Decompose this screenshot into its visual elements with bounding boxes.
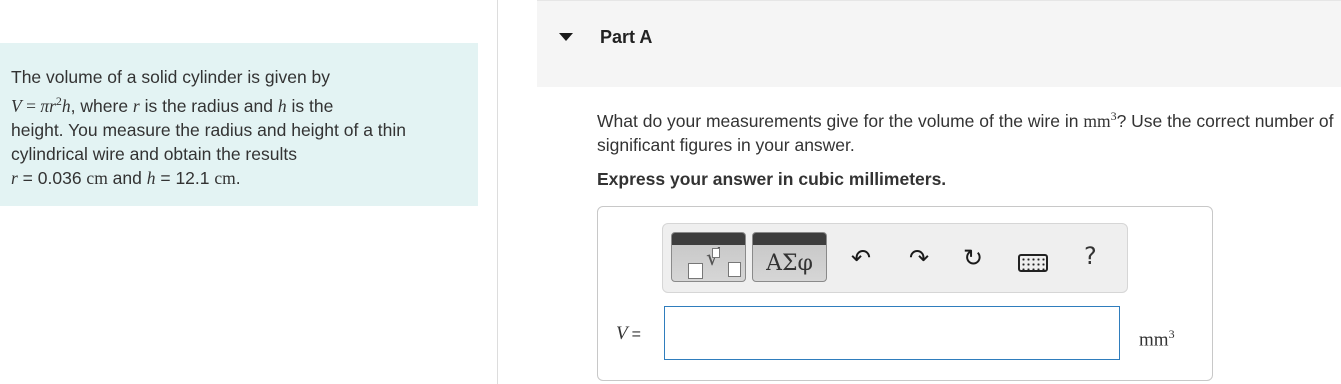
answer-variable-label: V = — [616, 323, 641, 345]
result-h-unit: cm — [214, 167, 236, 188]
formula-pi: π — [40, 95, 50, 116]
formula-radius: r — [49, 95, 56, 116]
statement-line-3: height. You measure the radius and heigh… — [11, 119, 407, 140]
result-r-unit: cm — [86, 167, 108, 188]
answer-unit-label: mm3 — [1139, 327, 1175, 351]
statement-line-1: The volume of a solid cylinder is given … — [11, 67, 331, 87]
keyboard-icon[interactable] — [1018, 254, 1048, 272]
question-before: What do your measurements give for the v… — [597, 110, 1084, 131]
answer-instruction: Express your answer in cubic millimeters… — [597, 169, 947, 189]
math-toolbar: √ ΑΣφ ↶ ↷ ↻ ? — [662, 223, 1128, 293]
answer-unit: mm — [1139, 329, 1169, 351]
part-title: Part A — [600, 27, 653, 47]
statement-line-4: cylindrical wire and obtain the results — [11, 143, 297, 164]
templates-icon — [688, 263, 703, 279]
formula-volume-var: V — [11, 95, 22, 116]
answer-variable: V — [616, 323, 628, 344]
statement-radius: is the radius and — [139, 95, 278, 116]
undo-icon[interactable]: ↶ — [851, 244, 871, 272]
statement-is-the: is the — [286, 95, 334, 116]
result-and: and — [107, 167, 147, 188]
collapse-caret-icon[interactable] — [559, 33, 573, 41]
statement-where: , where — [70, 95, 133, 116]
result-h-label: h — [146, 167, 156, 188]
answer-unit-exp: 3 — [1168, 327, 1175, 341]
templates-button[interactable]: √ — [671, 232, 746, 282]
problem-statement-text: The volume of a solid cylinder is given … — [11, 65, 466, 190]
placeholder-box-icon — [728, 262, 741, 277]
formula-equals: = — [21, 95, 41, 116]
redo-icon[interactable]: ↷ — [909, 244, 929, 272]
panel-divider — [497, 0, 498, 384]
result-h-value: = 12.1 — [155, 167, 215, 188]
answer-box: √ ΑΣφ ↶ ↷ ↻ ? V = mm3 — [597, 206, 1213, 381]
answer-input[interactable] — [664, 306, 1120, 360]
var-h: h — [277, 95, 287, 116]
result-r-label: r — [11, 167, 18, 188]
var-r: r — [132, 95, 140, 116]
help-button[interactable]: ? — [1084, 242, 1097, 270]
symbols-label: ΑΣφ — [766, 251, 813, 276]
symbols-button[interactable]: ΑΣφ — [752, 232, 827, 282]
result-period: . — [235, 167, 241, 188]
problem-statement-panel: The volume of a solid cylinder is given … — [0, 43, 478, 206]
placeholder-box-icon — [712, 248, 720, 258]
reset-icon[interactable]: ↻ — [963, 244, 983, 272]
formula-height: h — [61, 95, 71, 116]
answer-equals: = — [631, 326, 641, 343]
question-unit: mm — [1083, 110, 1111, 131]
part-a-header[interactable]: Part A — [537, 0, 1341, 87]
result-r-value: = 0.036 — [17, 167, 87, 188]
question-text: What do your measurements give for the v… — [597, 104, 1341, 157]
